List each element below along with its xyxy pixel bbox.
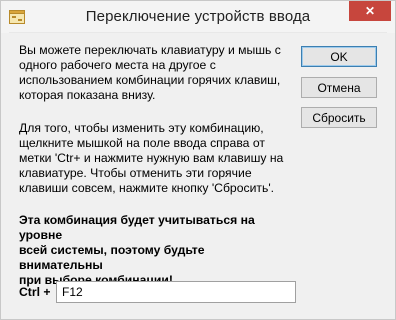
dialog-content: Вы можете переключать клавиатуру и мышь … [9,32,387,314]
hotkey-input[interactable]: F12 [56,281,296,303]
reset-button[interactable]: Сбросить [301,107,377,128]
close-icon: ✕ [364,4,376,18]
info-paragraph: Вы можете переключать клавиатуру и мышь … [19,43,281,102]
hotkey-modifier-label: Ctrl + [19,285,51,299]
dialog-window: Переключение устройств ввода ✕ Вы можете… [0,0,396,320]
title-bar[interactable]: Переключение устройств ввода ✕ [1,1,395,33]
warning-paragraph: Эта комбинация будет учитываться на уров… [19,213,255,287]
instructions-paragraph: Для того, чтобы изменить эту комбинацию,… [19,121,284,195]
window-title: Переключение устройств ввода [85,8,311,25]
close-button[interactable]: ✕ [349,1,391,21]
cancel-button[interactable]: Отмена [301,77,377,98]
ok-button[interactable]: OK [301,46,377,67]
